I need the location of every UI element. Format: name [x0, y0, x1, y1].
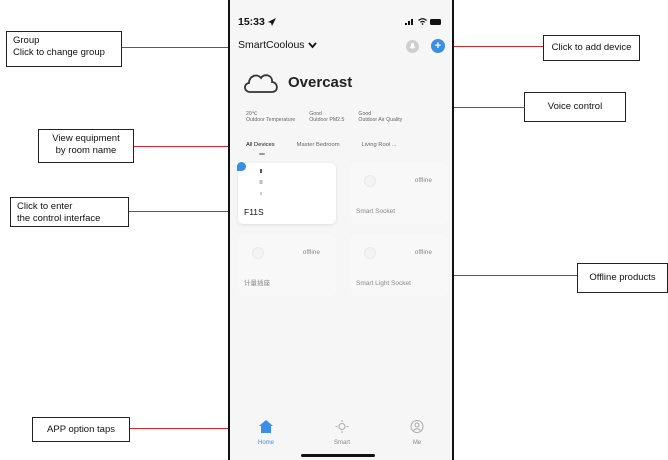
tab-master-bedroom[interactable]: Master Bedroom [297, 142, 340, 148]
stat-air-quality: Good Outdoor Air Quality [358, 111, 402, 123]
callout-voice-control: Voice control [524, 92, 626, 122]
nav-smart[interactable]: Smart [322, 420, 362, 446]
weather-stats: 20℃ Outdoor Temperature Good Outdoor PM2… [246, 111, 402, 123]
bluetooth-badge-icon [237, 162, 246, 171]
offline-label: offline [414, 249, 432, 256]
cloud-icon [244, 74, 278, 93]
socket-device-icon [252, 247, 264, 259]
nav-me[interactable]: Me [397, 420, 437, 446]
stat-label: Outdoor PM2.5 [309, 117, 345, 123]
stat-temperature: 20℃ Outdoor Temperature [246, 111, 295, 123]
stat-pm25: Good Outdoor PM2.5 [309, 111, 344, 123]
callout-app-taps: APP option taps [32, 417, 130, 442]
tab-living-room[interactable]: Living Rool ... [362, 142, 397, 148]
location-arrow-icon [267, 18, 276, 26]
status-time-text: 15:33 [238, 16, 265, 28]
weather-summary: Overcast [242, 70, 352, 94]
nav-label: Home [257, 440, 274, 446]
device-name: Smart Socket [356, 208, 396, 215]
device-name: Smart Light Socket [356, 280, 411, 287]
user-icon [410, 420, 424, 433]
chevron-down-icon [307, 41, 317, 48]
callout-control: Click to enter the control interface [10, 197, 129, 227]
tab-all-devices[interactable]: All Devices [246, 142, 275, 148]
callout-room: View equipment by room name [38, 129, 134, 163]
pointer-line-room [134, 146, 240, 147]
device-card-smart-socket[interactable]: offline Smart Socket [350, 163, 448, 224]
signal-icon [405, 19, 413, 25]
fan-device-icon [259, 169, 263, 195]
pointer-line-voice [445, 107, 525, 108]
bottom-nav: Home Smart Me [230, 412, 452, 460]
status-icons [405, 18, 442, 25]
weather-condition: Overcast [288, 73, 353, 91]
offline-label: offline [302, 249, 320, 256]
group-selector[interactable]: SmartCoolous [238, 39, 317, 51]
socket-device-icon [364, 175, 376, 187]
socket-device-icon [364, 247, 376, 259]
add-device-button[interactable]: + [431, 39, 445, 53]
room-tabs: All Devices Master Bedroom Living Rool .… [246, 142, 397, 148]
offline-label: offline [414, 177, 432, 184]
callout-add-device: Click to add device [543, 35, 640, 61]
status-time: 15:33 [238, 16, 276, 28]
pointer-line-add [444, 46, 543, 47]
home-icon [259, 420, 273, 433]
nav-label: Me [412, 440, 422, 446]
pointer-line-control [129, 211, 234, 212]
group-name: SmartCoolous [238, 39, 305, 51]
battery-icon [430, 18, 441, 25]
stat-label: Outdoor Temperature [246, 117, 296, 123]
device-card-smart-light-socket[interactable]: offline Smart Light Socket [350, 235, 448, 296]
device-name: 计量插座 [244, 280, 270, 287]
nav-label: Smart [333, 440, 350, 446]
wifi-icon [418, 18, 427, 25]
phone-screen: 15:33 SmartCoolous + Overcast 20℃ Outdoo… [228, 0, 454, 460]
pointer-line-group [122, 47, 230, 48]
home-indicator [301, 454, 375, 457]
device-card-metering-socket[interactable]: offline 计量插座 [238, 235, 336, 296]
device-name: F11S [244, 207, 264, 217]
nav-home[interactable]: Home [246, 420, 286, 446]
sun-icon [335, 420, 349, 433]
tab-indicator [259, 153, 265, 155]
callout-group: Group Click to change group [6, 31, 122, 67]
microphone-icon[interactable] [406, 40, 419, 53]
callout-offline: Offline products [577, 263, 668, 293]
stat-label: Outdoor Air Quality [358, 117, 403, 123]
device-card-f11s[interactable]: F11S [237, 162, 336, 224]
